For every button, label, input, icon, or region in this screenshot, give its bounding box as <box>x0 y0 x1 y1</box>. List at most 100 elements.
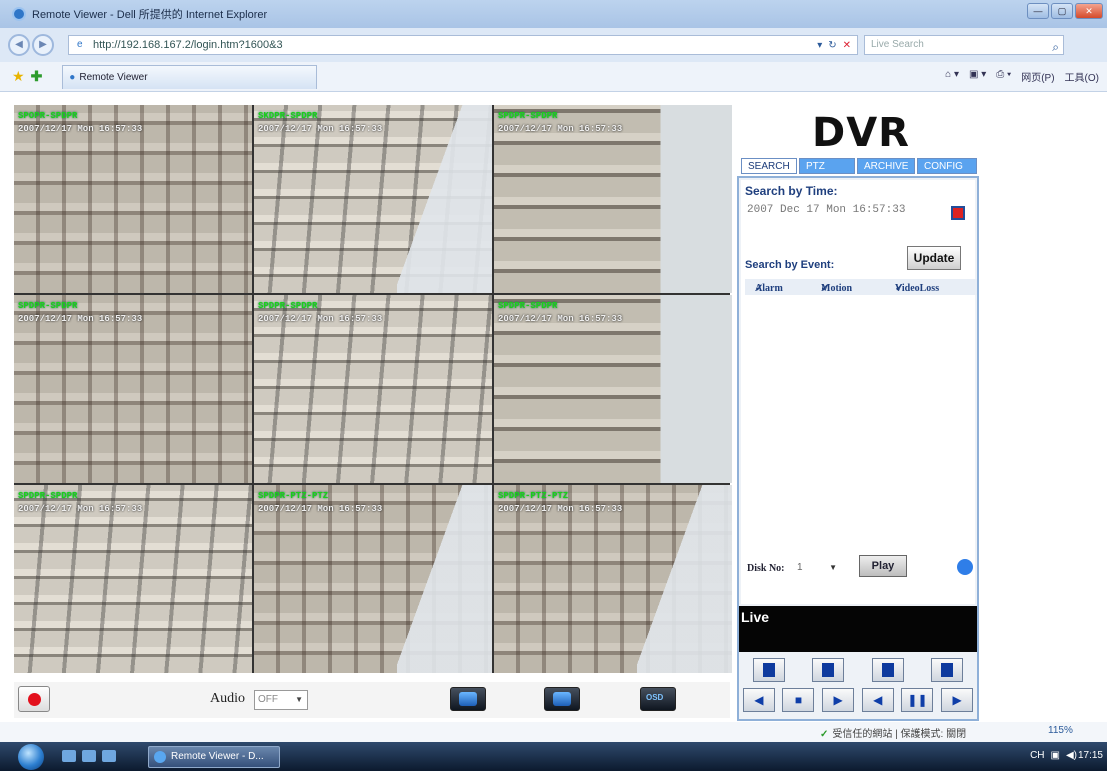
record-button[interactable] <box>18 686 50 712</box>
url-text: http://192.168.167.2/login.htm?1600&3 <box>93 39 283 51</box>
viewer-toolbar: Audio OFF ▼ OSD <box>14 682 730 718</box>
camera-view-8[interactable]: SPDPR-PTZ-PTZ 2007/12/17 Mon 16:57:33 <box>254 485 492 673</box>
tab-page-icon: ● <box>69 71 76 83</box>
camera-view-3[interactable]: SPDPR-SPDPR 2007/12/17 Mon 16:57:33 <box>494 105 732 293</box>
internet-explorer-icon <box>154 751 166 763</box>
chevron-down-icon: ▼ <box>829 563 837 572</box>
back-button[interactable]: ◀ <box>8 34 30 56</box>
url-field[interactable]: e http://192.168.167.2/login.htm?1600&3 … <box>68 35 858 55</box>
camera-view-2[interactable]: SKDPR-SPDPR 2007/12/17 Mon 16:57:33 <box>254 105 492 293</box>
camera-label: SPDPR-SPDPR 2007/12/17 Mon 16:57:33 <box>498 301 623 324</box>
play-icon-button[interactable]: ▶ <box>822 688 855 712</box>
step-back-icon: ◀ <box>873 693 883 707</box>
camera-view-6[interactable]: SPDPR-SPDPR 2007/12/17 Mon 16:57:33 <box>494 295 732 483</box>
layout-1-button[interactable] <box>752 658 785 682</box>
sky-area <box>636 485 732 673</box>
close-button[interactable]: ✕ <box>1075 3 1103 19</box>
dvr-panel: Search by Time: 2007 Dec 17 Mon 16:57:33… <box>737 176 979 721</box>
language-indicator[interactable]: CH <box>1030 750 1044 761</box>
search-icon[interactable]: ⌕ <box>1052 38 1059 56</box>
tab-ptz[interactable]: PTZ <box>799 158 855 174</box>
task-label: Remote Viewer - D... <box>171 751 264 762</box>
layout-9-button[interactable] <box>871 658 904 682</box>
disk-select[interactable]: 1 ▼ <box>793 559 841 577</box>
search-placeholder: Live Search <box>871 39 924 50</box>
taskbar-remote-viewer[interactable]: Remote Viewer - D... <box>148 746 280 768</box>
tab-label: Remote Viewer <box>79 71 148 83</box>
play-button[interactable]: Play <box>859 555 907 577</box>
audio-value: OFF <box>258 694 278 705</box>
dvr-tabs: SEARCH PTZ ARCHIVE CONFIG <box>741 158 977 174</box>
page-menu[interactable]: 网页(P) <box>1021 69 1054 84</box>
status-bar: ✓ 受信任的網站 | 保護模式: 關閉 115% <box>0 722 1107 742</box>
camera-label: SPDPR-PTZ-PTZ 2007/12/17 Mon 16:57:33 <box>258 491 383 514</box>
switch-windows-icon[interactable] <box>102 750 116 762</box>
rewind-icon: ◀ <box>754 693 764 707</box>
tab-bar: ★ ✚ ● Remote Viewer ⌂ ▾ ▣ ▾ ⎙ ▾ 网页(P) 工具… <box>0 62 1107 92</box>
zoom-level[interactable]: 115% <box>1048 725 1073 736</box>
tab-search[interactable]: SEARCH <box>741 158 797 174</box>
add-favorite-icon[interactable]: ✚ <box>31 68 43 85</box>
favorites-star-icon[interactable]: ★ <box>12 68 25 85</box>
internet-explorer-icon <box>12 7 26 21</box>
camera-view-7[interactable]: SPDPR-SPDPR 2007/12/17 Mon 16:57:33 <box>14 485 252 673</box>
tools-menu[interactable]: 工具(O) <box>1065 69 1099 84</box>
maximize-button[interactable]: ▢ <box>1051 3 1073 19</box>
home-icon[interactable]: ⌂ ▾ <box>945 69 959 84</box>
layout-buttons <box>739 658 977 682</box>
search-by-event-label: Search by Event: <box>745 259 835 271</box>
tab-remote-viewer[interactable]: ● Remote Viewer <box>62 64 318 89</box>
dropdown-icon[interactable]: ▾ <box>817 40 822 51</box>
layout-16-button[interactable] <box>931 658 964 682</box>
check-icon: ✓ <box>820 729 829 740</box>
start-button-icon[interactable] <box>18 744 44 770</box>
stop-icon[interactable]: ✕ <box>843 40 851 51</box>
show-desktop-icon[interactable] <box>62 750 76 762</box>
network-icon[interactable]: ▣ <box>1051 750 1060 761</box>
tab-archive[interactable]: ARCHIVE <box>857 158 915 174</box>
pause-button[interactable]: ❚❚ <box>901 688 934 712</box>
osd-label: OSD <box>646 693 664 702</box>
command-bar: ⌂ ▾ ▣ ▾ ⎙ ▾ 网页(P) 工具(O) <box>945 69 1099 84</box>
chevron-down-icon: ▼ <box>295 695 303 704</box>
snapshot-button[interactable] <box>450 687 486 711</box>
forward-button[interactable]: ▶ <box>32 34 54 56</box>
search-time-field[interactable]: 2007 Dec 17 Mon 16:57:33 <box>747 204 947 216</box>
status-indicator <box>957 559 973 575</box>
fast-forward-button[interactable]: ▶ <box>941 688 974 712</box>
record-icon <box>28 693 41 706</box>
camera-view-9[interactable]: SPDPR-PTZ-PTZ 2007/12/17 Mon 16:57:33 <box>494 485 732 673</box>
feeds-icon[interactable]: ▣ ▾ <box>969 69 986 84</box>
sky-area <box>396 105 492 293</box>
camera-label: SPDPR-SPDPR 2007/12/17 Mon 16:57:33 <box>18 491 143 514</box>
update-button[interactable]: Update <box>907 246 961 270</box>
print-icon[interactable]: ⎙ ▾ <box>996 69 1011 84</box>
minimize-button[interactable]: — <box>1027 3 1049 19</box>
url-tools: ▾ ↻ ✕ <box>817 40 851 51</box>
ie-quicklaunch-icon[interactable] <box>82 750 96 762</box>
camera-label: SPDPR-SPDPR 2007/12/17 Mon 16:57:33 <box>258 301 383 324</box>
search-by-time-label: Search by Time: <box>745 184 838 198</box>
camera-label: SPOPR-SPDPR 2007/12/17 Mon 16:57:33 <box>18 111 143 134</box>
address-bar: ◀ ▶ e http://192.168.167.2/login.htm?160… <box>0 28 1107 62</box>
clock[interactable]: 17:15 <box>1078 750 1103 761</box>
camera-view-4[interactable]: SPDPR-SPDPR 2007/12/17 Mon 16:57:33 <box>14 295 252 483</box>
volume-icon[interactable]: ◀) <box>1066 750 1077 761</box>
search-input[interactable]: Live Search ⌕ <box>864 35 1064 55</box>
window-titlebar: Remote Viewer - Dell 所提供的 Internet Explo… <box>0 0 1107 28</box>
audio-select[interactable]: OFF ▼ <box>254 690 308 710</box>
camera-view-1[interactable]: SPOPR-SPDPR 2007/12/17 Mon 16:57:33 <box>14 105 252 293</box>
osd-button[interactable]: OSD <box>640 687 676 711</box>
step-back-button[interactable]: ◀ <box>861 688 894 712</box>
calendar-icon[interactable] <box>951 206 965 220</box>
camera-button[interactable] <box>544 687 580 711</box>
refresh-icon[interactable]: ↻ <box>828 40 836 51</box>
stop-button[interactable]: ■ <box>782 688 815 712</box>
camera-view-5[interactable]: SPDPR-SPDPR 2007/12/17 Mon 16:57:33 <box>254 295 492 483</box>
system-tray: CH ▣ ◀) <box>1030 750 1077 761</box>
layout-4-button[interactable] <box>812 658 845 682</box>
disk-value: 1 <box>797 562 803 573</box>
rewind-button[interactable]: ◀ <box>742 688 775 712</box>
tab-config[interactable]: CONFIG <box>917 158 977 174</box>
stop-icon: ■ <box>794 693 803 707</box>
